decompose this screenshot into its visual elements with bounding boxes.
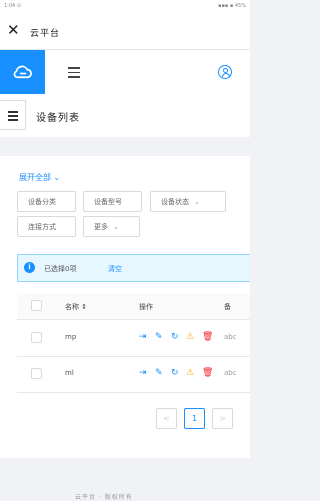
chevron-down-icon: ⌄ (53, 173, 61, 182)
warning-icon[interactable]: ⚠ (186, 332, 194, 342)
column-actions: 操作 (139, 303, 153, 311)
logo[interactable] (0, 50, 45, 95)
close-icon[interactable]: ✕ (7, 22, 20, 38)
device-list-card: 展开全部 ⌄ 设备分类 设备型号 设备状态 ⌄ 连接方式 更多 ⌄ i 已选择0项 … (0, 156, 250, 458)
delete-icon[interactable]: 🗑 (202, 332, 213, 342)
table-row: mp ⇥ ✎ ↻ ⚠ 🗑 abc (17, 320, 250, 357)
edit-icon[interactable]: ✎ (155, 332, 163, 342)
expand-all-link[interactable]: 展开全部 ⌄ (19, 172, 60, 183)
restart-icon[interactable]: ↻ (171, 332, 179, 342)
row-name: ml (65, 369, 74, 377)
sidebar-toggle[interactable] (0, 100, 26, 130)
enter-icon[interactable]: ⇥ (139, 332, 147, 342)
app-title: 云平台 (30, 29, 61, 39)
next-page-button[interactable]: > (212, 408, 233, 429)
clear-selection-link[interactable]: 清空 (108, 264, 122, 274)
row-remark: abc (224, 333, 237, 341)
info-icon: i (24, 262, 35, 273)
table-header: 名称 ⇕ 操作 备 (17, 293, 250, 320)
prev-page-button[interactable]: < (156, 408, 177, 429)
hamburger-icon[interactable] (68, 67, 80, 81)
cloud-icon (13, 65, 32, 79)
status-time: 1:04 ⊙ (4, 3, 22, 9)
title-bar: ✕ 云平台 (0, 13, 250, 50)
enter-icon[interactable]: ⇥ (139, 368, 147, 378)
select-all-checkbox[interactable] (31, 300, 42, 311)
delete-icon[interactable]: 🗑 (202, 368, 213, 378)
selection-alert: i 已选择0项 清空 (17, 254, 250, 282)
user-circle-icon[interactable] (218, 65, 232, 79)
page-header: 设备列表 (0, 94, 250, 137)
warning-icon[interactable]: ⚠ (186, 368, 194, 378)
filter-connection-type[interactable]: 连接方式 (17, 216, 76, 237)
filter-more[interactable]: 更多 ⌄ (83, 216, 140, 237)
chevron-down-icon: ⌄ (194, 198, 200, 206)
filter-device-model[interactable]: 设备型号 (83, 191, 142, 212)
status-bar: 1:04 ⊙ ▪▪▪ ▪ 45% (0, 0, 250, 13)
page-title: 设备列表 (36, 113, 80, 124)
filter-device-status[interactable]: 设备状态 ⌄ (150, 191, 226, 212)
column-name[interactable]: 名称 ⇕ (65, 302, 87, 312)
top-nav (0, 50, 250, 95)
selection-count: 已选择0项 (44, 265, 77, 273)
chevron-down-icon: ⌄ (113, 223, 119, 231)
page-1-button[interactable]: 1 (184, 408, 205, 429)
edit-icon[interactable]: ✎ (155, 368, 163, 378)
row-name: mp (65, 333, 77, 341)
filter-device-category[interactable]: 设备分类 (17, 191, 76, 212)
column-remark: 备 (224, 303, 231, 311)
row-checkbox[interactable] (31, 368, 42, 379)
table-row: ml ⇥ ✎ ↻ ⚠ 🗑 abc (17, 356, 250, 393)
row-checkbox[interactable] (31, 332, 42, 343)
row-remark: abc (224, 369, 237, 377)
status-indicators: ▪▪▪ ▪ 45% (218, 3, 246, 9)
restart-icon[interactable]: ↻ (171, 368, 179, 378)
